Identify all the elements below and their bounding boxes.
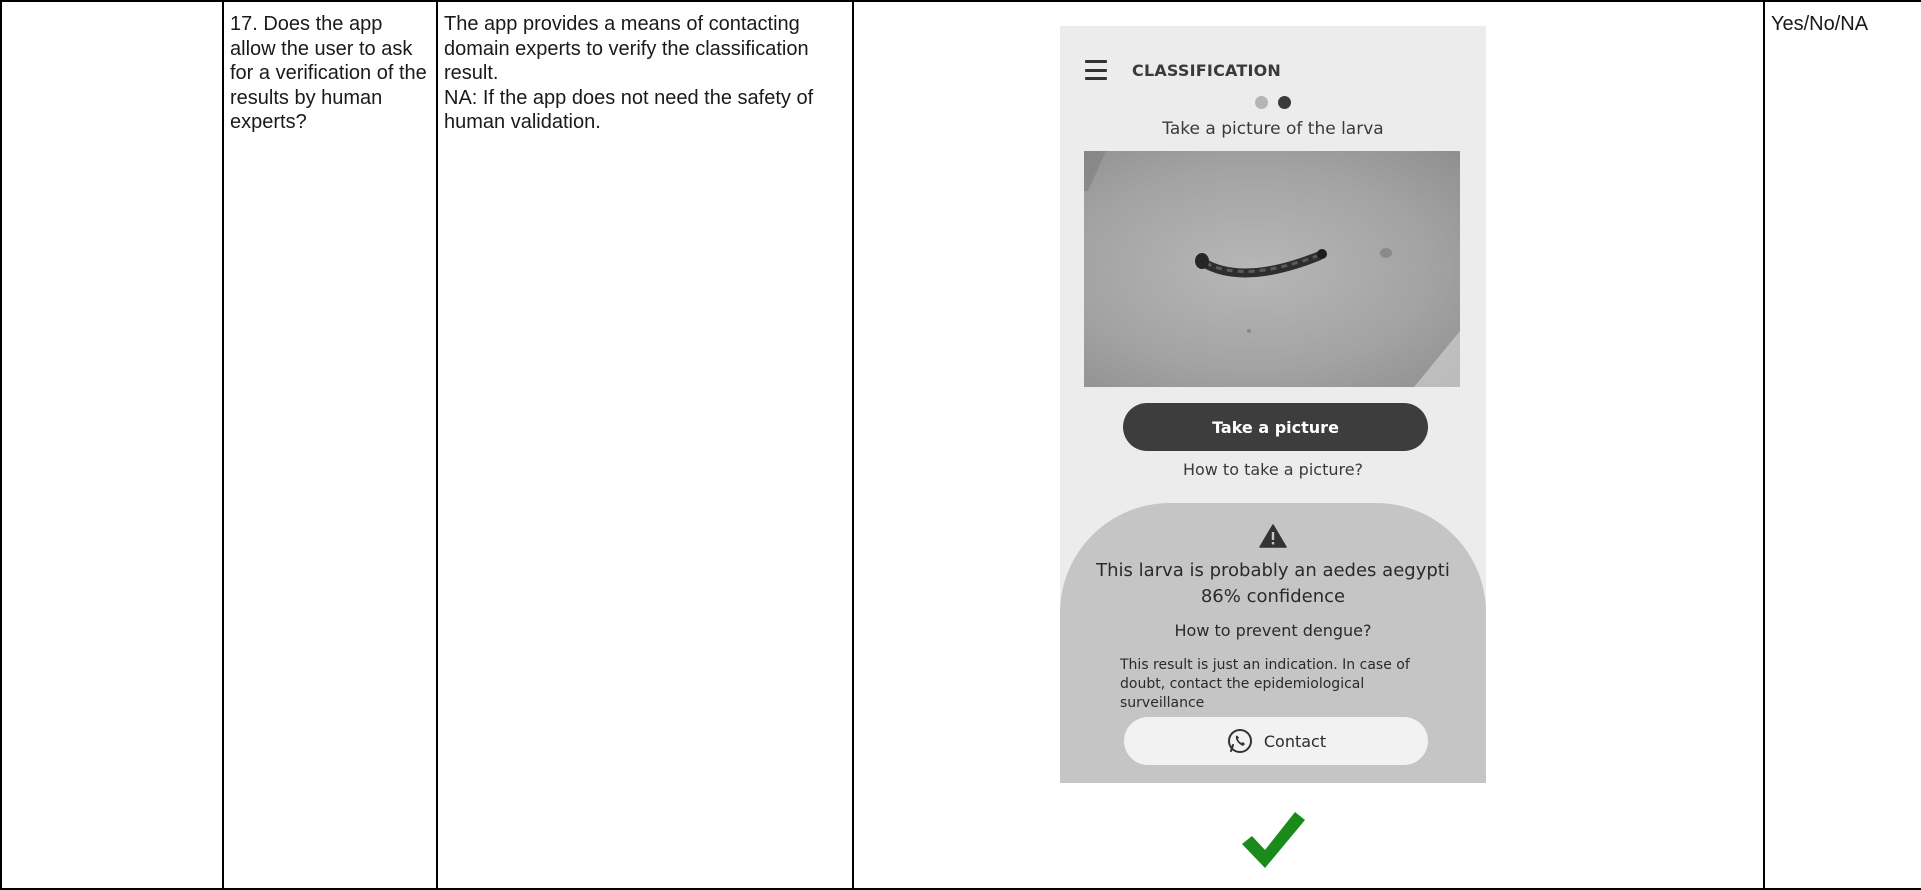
app-screenshot: CLASSIFICATION Take a picture of the lar… [1060,26,1486,783]
answer-cell: Yes/No/NA [1763,0,1921,890]
prevent-dengue-link[interactable]: How to prevent dengue? [1060,621,1486,640]
contact-button[interactable]: Contact [1124,717,1428,765]
result-confidence: 86% confidence [1200,586,1346,607]
how-to-take-picture-link[interactable]: How to take a picture? [1060,460,1486,479]
evaluation-sheet: 17. Does the app allow the user to ask f… [0,0,1921,890]
result-species: This larva is probably an aedes aegypti [1096,560,1450,581]
description-line: NA: If the app does not need the safety … [444,86,814,134]
whatsapp-phone-icon [1227,729,1252,753]
question-text: 17. Does the app allow the user to ask f… [230,13,427,133]
description-line: The app provides a means of contacting d… [444,13,809,84]
capture-prompt: Take a picture of the larva [1162,119,1384,139]
larva-photo [1084,151,1460,387]
step-dot-1[interactable] [1255,96,1268,109]
hamburger-menu-icon[interactable] [1085,60,1107,80]
answer-options: Yes/No/NA [1771,13,1869,35]
step-dot-2[interactable] [1278,96,1291,109]
table-row: 17. Does the app allow the user to ask f… [0,0,1921,890]
app-title: CLASSIFICATION [1132,60,1282,80]
app-bar: CLASSIFICATION [1085,54,1281,86]
result-disclaimer: This result is just an indication. In ca… [1120,657,1410,711]
criteria-table: 17. Does the app allow the user to ask f… [0,0,1921,890]
take-picture-button[interactable]: Take a picture [1123,403,1428,451]
step-indicator [1060,96,1486,109]
result-panel: This larva is probably an aedes aegypti … [1060,503,1486,783]
description-cell: The app provides a means of contacting d… [436,0,854,890]
contact-button-label: Contact [1263,731,1327,751]
green-check-icon [1242,812,1305,868]
question-cell: 17. Does the app allow the user to ask f… [222,0,438,890]
warning-triangle-icon [1259,524,1287,548]
empty-category-cell [0,0,224,890]
classification-result: This larva is probably an aedes aegypti … [1060,558,1486,610]
